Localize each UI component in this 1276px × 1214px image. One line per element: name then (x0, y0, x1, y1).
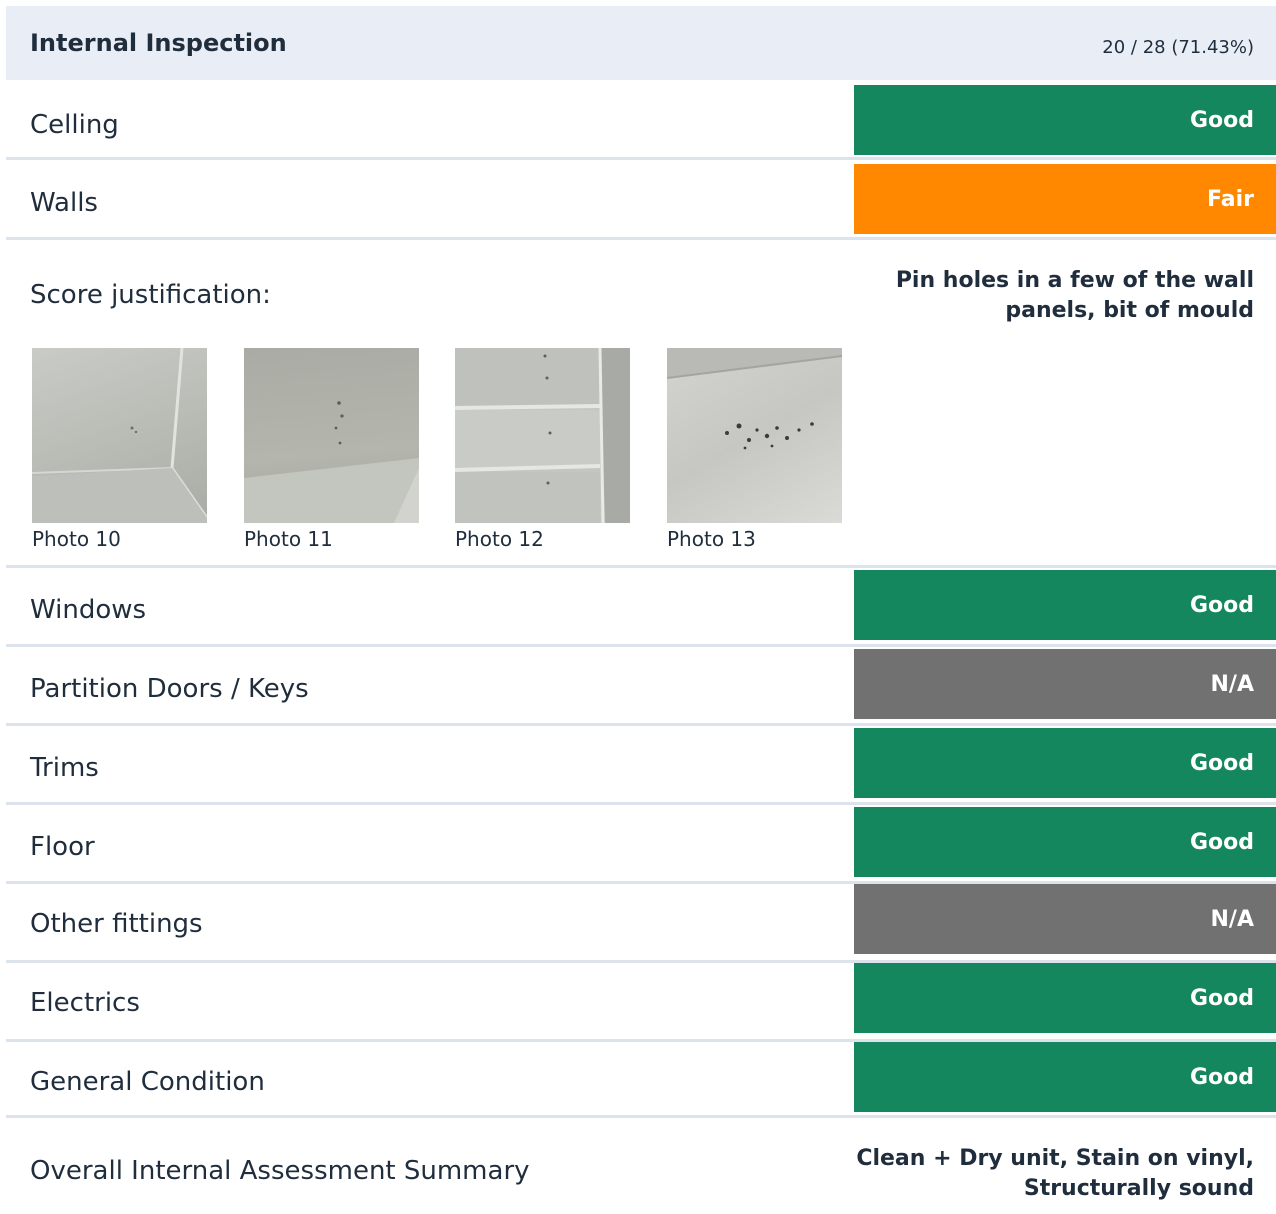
rating-label: Fair (1207, 186, 1254, 212)
inspection-row-floor: Floor Good (6, 805, 1276, 884)
rating-label: Good (1189, 750, 1254, 776)
photo-thumbnail-13[interactable]: Photo 13 (667, 348, 842, 551)
summary-text: Clean + Dry unit, Stain on vinyl, Struct… (856, 1144, 1254, 1204)
rating-label: Good (1189, 985, 1254, 1011)
row-label: Floor (30, 832, 95, 862)
rating-label: Good (1189, 107, 1254, 133)
photo-image[interactable] (667, 348, 842, 523)
photo-thumbnail-12[interactable]: Photo 12 (455, 348, 630, 551)
row-label: General Condition (30, 1067, 265, 1097)
rating-label: Good (1189, 592, 1254, 618)
justification-text: Pin holes in a few of the wall panels, b… (896, 266, 1254, 326)
rating-label: Good (1189, 1064, 1254, 1090)
inspection-row-other-fittings: Other fittings N/A (6, 884, 1276, 963)
inspection-row-windows: Windows Good (6, 568, 1276, 647)
section-header: Internal Inspection 20 / 28 (71.43%) (6, 6, 1276, 80)
photo-image[interactable] (32, 348, 207, 523)
rating-badge: Good (854, 570, 1276, 640)
rating-badge: N/A (854, 649, 1276, 719)
summary-text-line: Clean + Dry unit, Stain on vinyl, (856, 1146, 1254, 1171)
justification-label: Score justification: (30, 280, 271, 310)
section-score: 20 / 28 (71.43%) (1102, 36, 1254, 58)
inspection-row-electrics: Electrics Good (6, 963, 1276, 1042)
summary-label: Overall Internal Assessment Summary (30, 1156, 530, 1186)
photo-image[interactable] (455, 348, 630, 523)
row-label: Other fittings (30, 909, 203, 939)
rating-badge: Good (854, 728, 1276, 798)
row-label: Walls (30, 188, 98, 218)
rating-badge: Good (854, 1042, 1276, 1112)
rating-badge: Good (854, 807, 1276, 877)
photo-caption: Photo 11 (244, 527, 333, 551)
justification-text-line: panels, bit of mould (1005, 298, 1254, 323)
inspection-row-trims: Trims Good (6, 726, 1276, 805)
photo-caption: Photo 13 (667, 527, 756, 551)
photo-caption: Photo 10 (32, 527, 121, 551)
rating-badge: Good (854, 963, 1276, 1033)
inspection-row-general-condition: General Condition Good (6, 1042, 1276, 1118)
row-label: Trims (30, 753, 99, 783)
justification-text-line: Pin holes in a few of the wall (895, 268, 1254, 293)
rating-label: N/A (1210, 906, 1254, 932)
photo-thumbnail-11[interactable]: Photo 11 (244, 348, 419, 551)
row-label: Partition Doors / Keys (30, 674, 309, 704)
row-label: Windows (30, 595, 147, 625)
rating-badge: Good (854, 85, 1276, 155)
rating-badge: Fair (854, 164, 1276, 234)
row-label: Celling (30, 110, 119, 140)
photo-thumbnail-10[interactable]: Photo 10 (32, 348, 207, 551)
rating-badge: N/A (854, 884, 1276, 954)
section-title: Internal Inspection (30, 29, 287, 57)
row-label: Electrics (30, 988, 140, 1018)
inspection-row-walls: Walls Fair (6, 160, 1276, 240)
inspection-row-celling: Celling Good (6, 80, 1276, 160)
inspection-row-partition-doors: Partition Doors / Keys N/A (6, 647, 1276, 726)
photo-caption: Photo 12 (455, 527, 544, 551)
photo-image[interactable] (244, 348, 419, 523)
rating-label: N/A (1210, 671, 1254, 697)
summary-row: Overall Internal Assessment Summary Clea… (6, 1118, 1276, 1214)
rating-label: Good (1189, 829, 1254, 855)
summary-text-line: Structurally sound (1023, 1176, 1254, 1201)
